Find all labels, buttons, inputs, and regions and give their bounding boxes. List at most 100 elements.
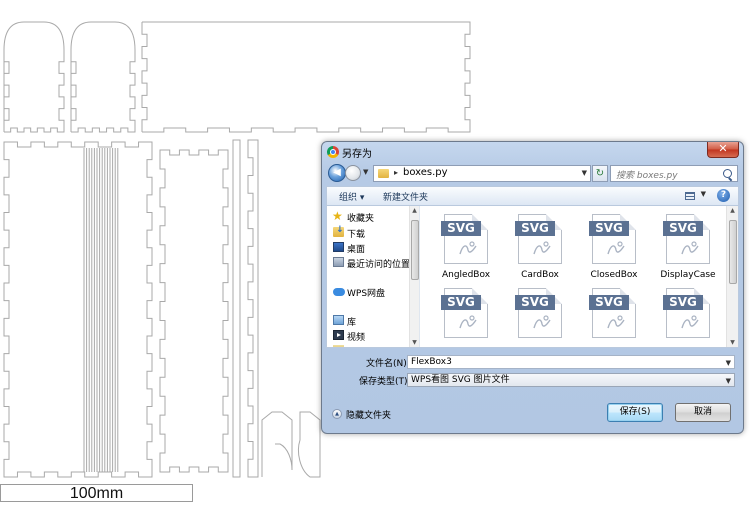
file-name: AngledBox	[441, 270, 491, 280]
file-item[interactable]: SVG	[652, 286, 724, 347]
panel-joint-edge	[70, 50, 77, 132]
filetype-dropdown-icon[interactable]: ▼	[726, 375, 731, 387]
recent-places-icon	[333, 257, 344, 267]
strip-panel	[247, 139, 259, 478]
dialog-title: 另存为	[342, 149, 372, 160]
file-name: ClosedBox	[590, 270, 638, 280]
hinge-piece	[297, 411, 321, 478]
strip-panel	[232, 139, 241, 478]
filename-label: 文件名(N):	[366, 359, 410, 369]
svg-file-icon: SVG	[441, 214, 488, 264]
view-options-icon[interactable]	[685, 192, 695, 200]
svg-file-icon: SVG	[589, 214, 636, 264]
svg-file-tag: SVG	[663, 295, 703, 310]
chevron-right-icon[interactable]: ▸	[394, 168, 398, 177]
folder-icon	[378, 169, 389, 178]
svg-file-tag: SVG	[589, 295, 629, 310]
filetype-label: 保存类型(T):	[359, 377, 411, 387]
recent-locations-dropdown-icon[interactable]: ▼	[363, 168, 368, 176]
svg-file-tag: SVG	[515, 295, 555, 310]
chevron-up-icon[interactable]: ▲	[332, 409, 342, 419]
rounded-side-panel	[70, 21, 136, 133]
image-glyph-icon	[533, 315, 551, 329]
file-item[interactable]: SVG CardBox	[504, 212, 576, 288]
image-glyph-icon	[681, 315, 699, 329]
image-glyph-icon	[607, 315, 625, 329]
svg-file-icon: SVG	[441, 288, 488, 338]
path-breadcrumb[interactable]: ▸ boxes.py ▼	[373, 165, 591, 182]
scroll-down-icon[interactable]: ▼	[727, 339, 738, 346]
file-item[interactable]: SVG DisplayCase	[652, 212, 724, 288]
back-button[interactable]: ◀	[328, 164, 346, 182]
flex-panel	[3, 141, 153, 478]
svg-file-tag: SVG	[441, 221, 481, 236]
image-glyph-icon	[459, 241, 477, 255]
save-as-dialog: 另存为 ✕ ◀ ▼ ▸ boxes.py ▼ ↻ 搜索 boxes.py 组织 …	[321, 141, 744, 434]
cloud-drive-icon	[333, 288, 345, 296]
video-icon	[333, 330, 344, 340]
file-name: CardBox	[521, 270, 559, 280]
save-button[interactable]: 保存(S)	[607, 403, 663, 422]
file-item[interactable]: SVG	[430, 286, 502, 347]
svg-file-icon: SVG	[515, 288, 562, 338]
nav-label: WPS网盘	[347, 289, 386, 299]
file-item[interactable]: SVG AngledBox	[430, 212, 502, 288]
close-button[interactable]: ✕	[707, 142, 739, 158]
file-item[interactable]: SVG ClosedBox	[578, 212, 650, 288]
top-panel-joint-edge	[141, 22, 148, 132]
nav-label: 图片	[347, 345, 365, 347]
organize-button[interactable]: 组织 ▾	[339, 190, 364, 203]
search-icon[interactable]	[723, 169, 732, 178]
svg-file-tag: SVG	[441, 295, 481, 310]
command-toolbar: 组织 ▾ 新建文件夹 ▼ ?	[326, 186, 739, 206]
image-glyph-icon	[681, 241, 699, 255]
star-icon: ★	[332, 209, 343, 223]
top-panel	[142, 21, 471, 133]
rounded-side-panel	[3, 21, 65, 133]
svg-file-tag: SVG	[589, 221, 629, 236]
image-glyph-icon	[533, 241, 551, 255]
navigation-pane: ★ 收藏夹 下载 桌面 最近访问的位置 WPS网盘 库	[327, 206, 420, 347]
filename-dropdown-icon[interactable]: ▼	[726, 357, 731, 369]
address-bar: ◀ ▼ ▸ boxes.py ▼ ↻ 搜索 boxes.py	[326, 163, 739, 185]
file-name: DisplayCase	[660, 270, 716, 280]
file-item[interactable]: SVG	[578, 286, 650, 347]
view-dropdown-icon[interactable]: ▼	[701, 190, 706, 198]
path-dropdown-icon[interactable]: ▼	[582, 169, 587, 177]
scroll-down-icon[interactable]: ▼	[410, 339, 419, 346]
filetype-select[interactable]: WPS看图 SVG 图片文件 ▼	[407, 373, 735, 387]
search-placeholder: 搜索 boxes.py	[616, 171, 678, 181]
dialog-titlebar[interactable]: 另存为 ✕	[322, 142, 743, 162]
nav-scrollbar[interactable]: ▲ ▼	[409, 206, 419, 347]
svg-file-icon: SVG	[663, 214, 710, 264]
library-icon	[333, 315, 344, 325]
nav-label: 收藏夹	[347, 214, 375, 224]
cancel-button[interactable]: 取消	[675, 403, 731, 422]
download-icon	[333, 225, 344, 237]
nav-label: 桌面	[347, 245, 366, 255]
svg-file-icon: SVG	[663, 288, 710, 338]
file-list: SVG AngledBox SVG CardBox SVG ClosedBox SVG Dis…	[420, 206, 726, 347]
file-list-scrollbar[interactable]: ▲ ▼	[726, 206, 738, 347]
svg-file-tag: SVG	[515, 221, 555, 236]
desktop-icon	[333, 242, 344, 252]
scroll-up-icon[interactable]: ▲	[727, 207, 738, 214]
nav-label: 最近访问的位置	[347, 260, 411, 270]
chrome-app-icon	[327, 146, 339, 158]
new-folder-button[interactable]: 新建文件夹	[383, 190, 428, 203]
help-icon[interactable]: ?	[717, 189, 730, 202]
refresh-button[interactable]: ↻	[592, 165, 608, 182]
breadcrumb-folder[interactable]: boxes.py	[403, 167, 448, 178]
nav-label: 视频	[347, 333, 366, 343]
filetype-value: WPS看图 SVG 图片文件	[411, 375, 510, 385]
search-input[interactable]: 搜索 boxes.py	[610, 165, 738, 182]
side-panel	[159, 149, 229, 473]
browser-area: ★ 收藏夹 下载 桌面 最近访问的位置 WPS网盘 库	[326, 206, 739, 348]
file-list-scroll-thumb[interactable]	[729, 220, 737, 284]
forward-button[interactable]	[345, 165, 361, 181]
file-item[interactable]: SVG	[504, 286, 576, 347]
scroll-up-icon[interactable]: ▲	[410, 207, 419, 214]
save-form: 文件名(N): FlexBox3 ▼ 保存类型(T): WPS看图 SVG 图片…	[326, 350, 739, 430]
nav-scroll-thumb[interactable]	[411, 220, 419, 280]
filename-input[interactable]: FlexBox3 ▼	[407, 355, 735, 369]
